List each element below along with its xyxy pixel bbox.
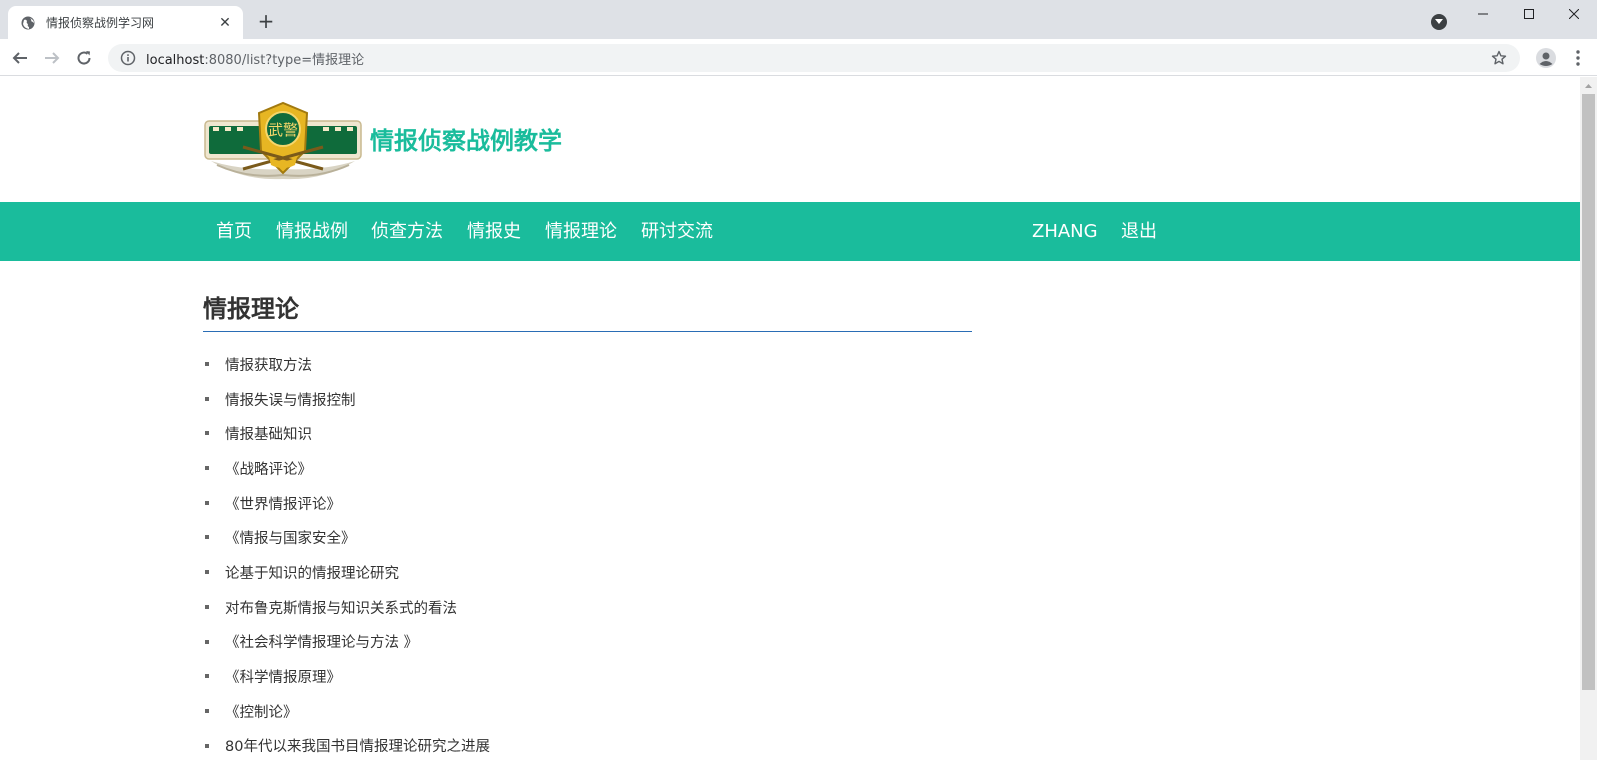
close-icon[interactable]: ✕ — [217, 15, 233, 31]
bookmark-star-icon[interactable] — [1490, 49, 1508, 67]
square-bullet-icon — [205, 604, 209, 609]
page-title: 情报理论 — [203, 295, 299, 323]
article-link[interactable]: 《控制论》 — [225, 701, 298, 722]
nav-item-home[interactable]: 首页 — [216, 202, 252, 261]
new-tab-button[interactable]: + — [256, 11, 276, 31]
nav-item-methods[interactable]: 侦查方法 — [371, 202, 443, 261]
square-bullet-icon — [205, 639, 209, 644]
scroll-up-arrow-icon[interactable] — [1580, 77, 1597, 94]
logo-text: 武警 — [268, 121, 298, 139]
address-bar[interactable]: localhost:8080/list?type=情报理论 — [108, 44, 1520, 72]
list-item: 情报失误与情报控制 — [203, 382, 972, 417]
url-path: :8080/list?type=情报理论 — [204, 52, 365, 68]
page-viewport: 武警 情报侦察战例教学 首页 情报战例 侦查方法 情报史 情报理论 研讨交流 Z… — [0, 77, 1580, 760]
list-item: 《社会科学情报理论与方法 》 — [203, 625, 972, 660]
back-arrow-icon[interactable] — [8, 46, 32, 70]
browser-tab[interactable]: 情报侦察战例学习网 ✕ — [8, 6, 243, 39]
tab-title: 情报侦察战例学习网 — [46, 16, 155, 30]
list-item: 论基于知识的情报理论研究 — [203, 555, 972, 590]
square-bullet-icon — [205, 570, 209, 575]
url-text[interactable]: localhost:8080/list?type=情报理论 — [146, 49, 364, 68]
article-link[interactable]: 80年代以来我国书目情报理论研究之进展 — [225, 735, 490, 756]
article-link[interactable]: 情报基础知识 — [225, 423, 312, 444]
article-link[interactable]: 《社会科学情报理论与方法 》 — [225, 631, 418, 652]
browser-toolbar: localhost:8080/list?type=情报理论 — [0, 39, 1597, 76]
globe-icon — [20, 15, 36, 31]
logout-link[interactable]: 退出 — [1121, 202, 1157, 261]
article-link[interactable]: 论基于知识的情报理论研究 — [225, 562, 399, 583]
list-item: 《情报与国家安全》 — [203, 520, 972, 555]
list-item: 情报基础知识 — [203, 416, 972, 451]
square-bullet-icon — [205, 743, 209, 748]
site-title[interactable]: 情报侦察战例教学 — [370, 121, 562, 156]
article-link[interactable]: 对布鲁克斯情报与知识关系式的看法 — [225, 597, 457, 618]
nav-user-name[interactable]: ZHANG — [1032, 202, 1098, 261]
article-link[interactable]: 《科学情报原理》 — [225, 666, 341, 687]
tab-search-icon[interactable] — [1431, 14, 1447, 30]
kebab-menu-icon[interactable] — [1566, 46, 1590, 70]
square-bullet-icon — [205, 362, 209, 366]
nav-item-theory[interactable]: 情报理论 — [545, 202, 617, 261]
nav-item-cases[interactable]: 情报战例 — [276, 202, 348, 261]
square-bullet-icon — [205, 396, 209, 401]
list-item: 对布鲁克斯情报与知识关系式的看法 — [203, 590, 972, 625]
square-bullet-icon — [205, 708, 209, 713]
minimize-icon[interactable] — [1460, 0, 1506, 28]
list-item: 《战略评论》 — [203, 451, 972, 486]
article-link[interactable]: 情报获取方法 — [225, 354, 312, 375]
list-item: 情报获取方法 — [203, 347, 972, 382]
article-link[interactable]: 《战略评论》 — [225, 458, 312, 479]
maximize-icon[interactable] — [1506, 0, 1552, 28]
article-link[interactable]: 《情报与国家安全》 — [225, 527, 356, 548]
square-bullet-icon — [205, 500, 209, 505]
main-navbar: 首页 情报战例 侦查方法 情报史 情报理论 研讨交流 ZHANG 退出 — [0, 202, 1580, 261]
profile-avatar-icon[interactable] — [1534, 46, 1558, 70]
url-host: localhost — [146, 52, 205, 68]
article-link[interactable]: 情报失误与情报控制 — [225, 389, 356, 410]
article-link[interactable]: 《世界情报评论》 — [225, 493, 341, 514]
square-bullet-icon — [205, 674, 209, 679]
site-logo[interactable]: 武警 — [203, 99, 363, 181]
square-bullet-icon — [205, 431, 209, 436]
square-bullet-icon — [205, 466, 209, 471]
scrollbar-thumb[interactable] — [1582, 94, 1595, 690]
list-item: 《科学情报原理》 — [203, 659, 972, 694]
forward-arrow-icon[interactable] — [40, 46, 64, 70]
article-list: 情报获取方法情报失误与情报控制 情报基础知识 《战略评论》《世界情报评论》 《情报与国… — [203, 347, 972, 760]
page-scrollbar[interactable] — [1580, 77, 1597, 760]
browser-tab-bar: 情报侦察战例学习网 ✕ + — [0, 0, 1597, 39]
site-header: 武警 情报侦察战例教学 — [0, 77, 1580, 202]
list-item: 《世界情报评论》 — [203, 486, 972, 521]
nav-item-history[interactable]: 情报史 — [467, 202, 521, 261]
title-divider — [203, 331, 972, 332]
window-close-icon[interactable] — [1551, 0, 1597, 28]
reload-icon[interactable] — [72, 46, 96, 70]
square-bullet-icon — [205, 535, 209, 540]
list-item: 80年代以来我国书目情报理论研究之进展 — [203, 729, 972, 760]
nav-item-discussion[interactable]: 研讨交流 — [641, 202, 713, 261]
list-item: 《控制论》 — [203, 694, 972, 729]
info-icon[interactable] — [120, 50, 136, 66]
